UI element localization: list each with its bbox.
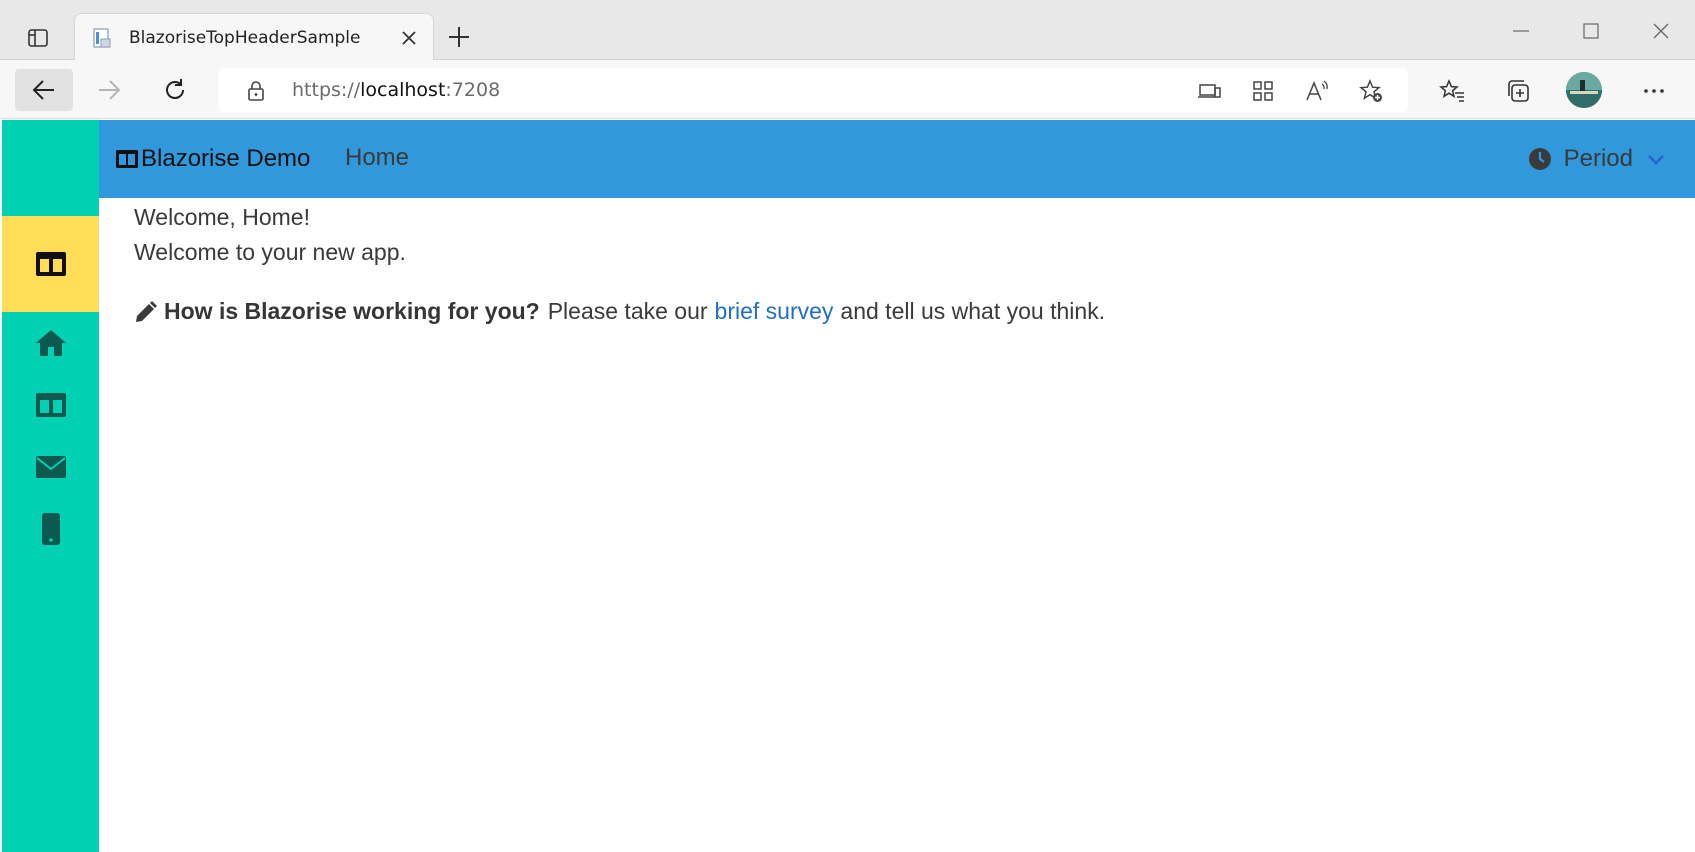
close-window-icon[interactable] [1648, 18, 1674, 44]
survey-question: How is Blazorise working for you? [164, 298, 540, 324]
url-scheme: https:// [292, 79, 361, 101]
clock-icon [1528, 148, 1551, 170]
sidebar-item-home[interactable] [2, 312, 99, 374]
browser-tab[interactable]: BlazoriseTopHeaderSample [74, 13, 434, 61]
collections-icon[interactable] [1504, 77, 1532, 105]
url-port: :7208 [445, 79, 501, 101]
avatar[interactable] [1566, 72, 1602, 108]
app-grid-icon[interactable] [1250, 78, 1276, 104]
tab-actions-button[interactable] [16, 20, 60, 56]
brand-title: Blazorise Demo [141, 145, 311, 172]
table-columns-icon [116, 150, 138, 168]
welcome-text: Welcome to your new app. [134, 239, 406, 265]
back-arrow-icon [32, 80, 54, 100]
reload-icon [166, 79, 184, 99]
home-icon [35, 330, 66, 356]
chevron-down-icon [1648, 155, 1664, 165]
table-columns-icon [35, 252, 66, 276]
reload-button[interactable] [146, 69, 204, 111]
app-page: Blazorise Demo Home Period Welcome, Home… [0, 120, 1695, 852]
tab-actions-icon [28, 29, 48, 47]
browser-tabstrip: BlazoriseTopHeaderSample [0, 0, 1695, 61]
nav-home-link[interactable]: Home [345, 144, 409, 172]
minimize-icon[interactable] [1508, 18, 1534, 44]
back-button[interactable] [15, 69, 73, 111]
mobile-icon [41, 513, 60, 545]
forward-button[interactable] [80, 69, 138, 111]
more-icon[interactable] [1640, 77, 1668, 105]
url-text[interactable]: https://localhost:7208 [292, 79, 500, 101]
pencil-icon [136, 300, 157, 322]
profile-image [1566, 72, 1602, 108]
brand-link[interactable]: Blazorise Demo [115, 142, 310, 176]
survey-prompt: How is Blazorise working for you? Please… [134, 298, 1105, 325]
top-header: Blazorise Demo Home Period [99, 120, 1695, 198]
survey-prefix: Please take our [547, 298, 708, 324]
tab-title: BlazoriseTopHeaderSample [129, 28, 361, 48]
period-label: Period [1563, 145, 1633, 172]
sidebar-item-layout[interactable] [2, 374, 99, 436]
plus-icon[interactable] [444, 22, 474, 52]
page-favicon [93, 28, 111, 48]
device-icon[interactable] [1196, 78, 1222, 104]
close-icon[interactable] [399, 28, 419, 48]
maximize-icon[interactable] [1578, 18, 1604, 44]
envelope-icon [35, 456, 66, 478]
sidebar-item-mobile[interactable] [2, 498, 99, 560]
sidebar-brand-area [2, 120, 99, 216]
add-favorite-icon[interactable] [1358, 78, 1384, 104]
url-host: localhost [360, 79, 446, 101]
lock-icon[interactable] [246, 80, 266, 102]
table-columns-icon [35, 393, 66, 417]
favorites-icon[interactable] [1438, 77, 1466, 105]
sidebar-item-brand[interactable] [2, 216, 99, 312]
browser-toolbar: https://localhost:7208 [0, 60, 1695, 119]
survey-suffix: and tell us what you think. [840, 298, 1106, 324]
read-aloud-icon[interactable] [1304, 78, 1330, 104]
sidebar [2, 120, 99, 852]
welcome-title: Welcome, Home! [134, 204, 310, 230]
period-dropdown[interactable]: Period [1528, 142, 1667, 176]
sidebar-item-mail[interactable] [2, 436, 99, 498]
survey-link[interactable]: brief survey [715, 298, 834, 325]
forward-arrow-icon [99, 80, 121, 100]
address-bar[interactable]: https://localhost:7208 [218, 68, 1408, 112]
